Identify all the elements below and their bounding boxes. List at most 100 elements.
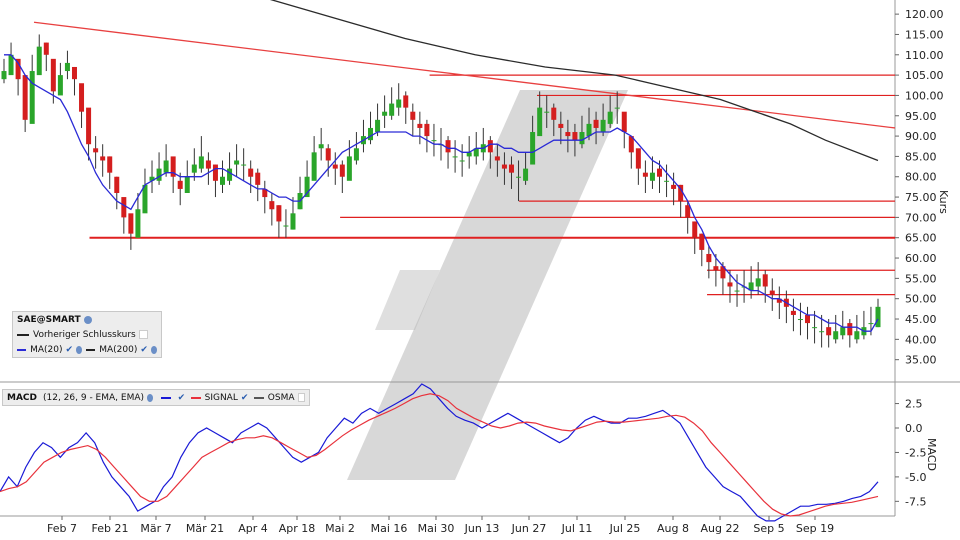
candle-up xyxy=(368,127,374,141)
candle-down xyxy=(93,148,99,153)
candle-down xyxy=(706,253,712,263)
candle-up xyxy=(156,168,162,181)
checkbox-icon[interactable] xyxy=(138,330,148,339)
date-tick-label: Sep 19 xyxy=(796,522,834,535)
candle-down xyxy=(487,140,493,153)
candle-down xyxy=(50,58,56,92)
candle-down xyxy=(332,164,338,169)
candle-up xyxy=(290,213,296,230)
candle-down xyxy=(205,160,211,169)
candle-down xyxy=(565,132,571,137)
globe-icon[interactable] xyxy=(150,345,157,354)
candle-up xyxy=(198,156,204,169)
dashed-line-swatch xyxy=(17,333,29,336)
check-icon[interactable]: ✔ xyxy=(178,393,186,403)
date-tick-label: Feb 7 xyxy=(47,522,77,535)
candle-up xyxy=(579,132,585,145)
candle-down xyxy=(713,266,719,271)
candle-up xyxy=(755,278,761,287)
candle-down xyxy=(558,123,564,128)
macd-tick-label: -7.5 xyxy=(905,495,926,508)
date-tick-label: Jul 25 xyxy=(609,522,641,535)
candle-down xyxy=(551,107,557,120)
date-tick-label: Jul 11 xyxy=(561,522,593,535)
price-tick-label: 45.00 xyxy=(905,313,937,326)
candle-down xyxy=(699,233,705,250)
candle-down xyxy=(79,83,85,112)
price-tick-label: 115.00 xyxy=(905,28,944,41)
candle-down xyxy=(727,282,733,287)
candle-down xyxy=(790,310,796,315)
candle-up xyxy=(220,176,225,185)
candle-up xyxy=(530,132,536,165)
candle-down xyxy=(15,58,21,80)
candle-up xyxy=(600,119,606,133)
legend-ma20: MA(20) xyxy=(30,344,63,355)
date-tick-label: Jun 13 xyxy=(464,522,500,535)
candle-down xyxy=(114,176,120,193)
date-tick-label: Mär 7 xyxy=(140,522,171,535)
legend-symbol-row: SAE@SMART xyxy=(13,312,161,327)
checkbox-icon[interactable] xyxy=(297,393,305,402)
check-icon[interactable]: ✔ xyxy=(66,345,74,355)
candle-down xyxy=(692,221,698,238)
candle-down xyxy=(593,119,599,128)
candle-up xyxy=(544,111,550,113)
candle-up xyxy=(389,103,395,116)
check-icon[interactable]: ✔ xyxy=(241,393,249,403)
candle-down xyxy=(410,111,416,120)
price-tick-label: 120.00 xyxy=(905,8,944,21)
legend-symbol: SAE@SMART xyxy=(17,314,81,325)
candle-down xyxy=(501,164,507,169)
candle-up xyxy=(868,323,874,325)
candle-up xyxy=(1,71,7,80)
date-tick-label: Mai 2 xyxy=(325,522,355,535)
candle-up xyxy=(664,180,670,182)
candle-up xyxy=(812,327,818,329)
candle-up xyxy=(36,46,42,76)
date-axis: Feb 7 Feb 21 Mär 7 Mär 21 Apr 4 Apr 18 Mai 2 Ma… xyxy=(47,516,834,535)
legend-prev-close: Vorheriger Schlusskurs xyxy=(33,329,136,340)
stock-chart: 120.00 115.00 110.00 105.00 100.00 95.00 90.00… xyxy=(0,0,960,535)
date-tick-label: Sep 5 xyxy=(753,522,784,535)
price-tick-label: 105.00 xyxy=(905,69,944,82)
date-tick-label: Aug 8 xyxy=(657,522,689,535)
candle-down xyxy=(508,164,514,173)
candle-down xyxy=(805,314,811,324)
candle-down xyxy=(269,201,275,210)
date-tick-label: Apr 4 xyxy=(238,522,268,535)
candle-down xyxy=(769,290,775,295)
candle-down xyxy=(43,42,49,55)
candle-up xyxy=(318,144,324,149)
candle-up xyxy=(311,152,317,181)
candle-down xyxy=(107,156,113,173)
legend-prev-close-row: Vorheriger Schlusskurs xyxy=(13,327,161,342)
legend-signal: SIGNAL xyxy=(204,392,238,403)
candle-up xyxy=(135,209,141,238)
globe-icon[interactable] xyxy=(83,315,92,324)
check-icon[interactable]: ✔ xyxy=(140,345,148,355)
price-axis-label: Kurs xyxy=(937,190,950,214)
date-tick-label: Aug 22 xyxy=(701,522,740,535)
price-tick-label: 70.00 xyxy=(905,211,937,224)
candle-up xyxy=(537,107,543,137)
candle-up xyxy=(459,160,465,162)
candle-up xyxy=(516,176,522,178)
candle-up xyxy=(304,176,310,198)
candle-down xyxy=(445,140,451,153)
candle-down xyxy=(22,75,28,120)
ma20-swatch xyxy=(17,348,27,351)
date-tick-label: Apr 18 xyxy=(279,522,316,535)
price-tick-label: 90.00 xyxy=(905,130,937,143)
candle-down xyxy=(325,148,331,161)
candle-down xyxy=(128,213,134,234)
candle-down xyxy=(635,148,641,169)
macd-legend: MACD (12, 26, 9 - EMA, EMA) ✔ SIGNAL ✔ OS… xyxy=(2,389,310,406)
candle-up xyxy=(396,99,402,108)
globe-icon[interactable] xyxy=(147,393,154,402)
globe-icon[interactable] xyxy=(76,345,83,354)
candle-down xyxy=(255,172,261,185)
candle-down xyxy=(100,156,106,161)
price-tick-label: 50.00 xyxy=(905,293,937,306)
macd-swatch xyxy=(161,396,171,399)
